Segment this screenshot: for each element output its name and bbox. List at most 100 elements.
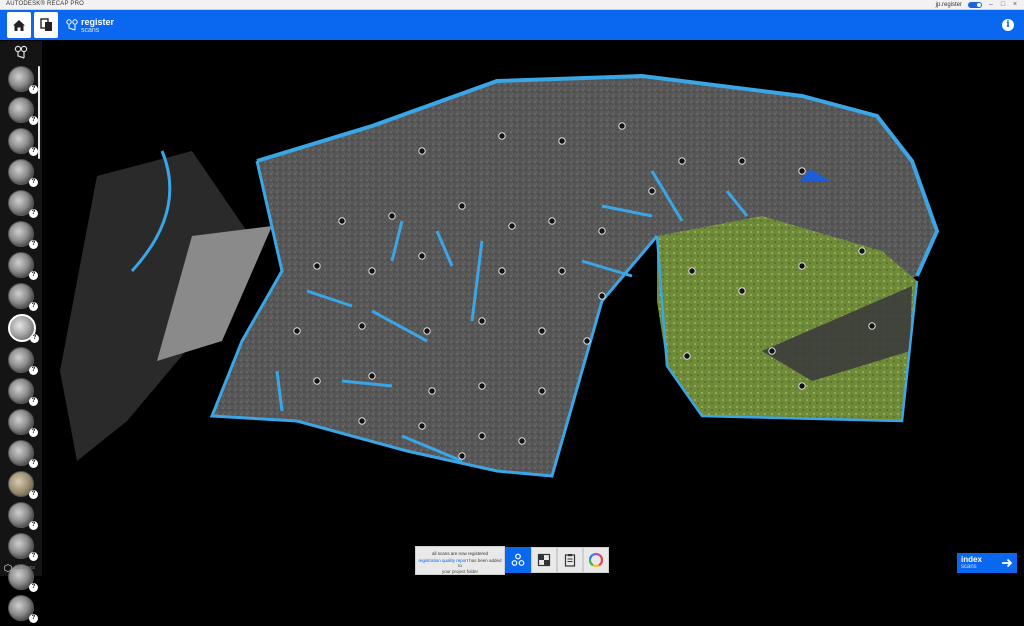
scan-thumbnail[interactable]: ? <box>8 159 38 187</box>
scan-position-marker[interactable] <box>683 352 691 360</box>
scan-status-badge: ? <box>29 271 38 280</box>
scan-position-marker[interactable] <box>868 322 876 330</box>
page-subtitle: scans <box>81 27 100 34</box>
panel-footer: 3d scans <box>4 564 35 572</box>
scan-position-marker[interactable] <box>423 327 431 335</box>
scan-position-marker[interactable] <box>458 452 466 460</box>
scan-position-marker[interactable] <box>688 267 696 275</box>
scan-position-marker[interactable] <box>583 337 591 345</box>
scan-position-marker[interactable] <box>648 187 656 195</box>
scan-position-marker[interactable] <box>418 252 426 260</box>
scan-thumbnail[interactable]: ? <box>8 66 38 94</box>
scan-list-panel: ?????????????????? 3d scans <box>0 41 42 623</box>
scan-position-marker[interactable] <box>498 132 506 140</box>
scan-thumbnail[interactable]: ? <box>8 502 38 530</box>
point-cloud-viewport[interactable] <box>42 41 1024 576</box>
scan-position-marker[interactable] <box>338 217 346 225</box>
scan-status-badge: ? <box>29 552 38 561</box>
cube-icon[interactable] <box>4 564 12 572</box>
scan-position-marker[interactable] <box>538 387 546 395</box>
scan-position-marker[interactable] <box>293 327 301 335</box>
pages-icon <box>39 18 52 31</box>
scan-position-marker[interactable] <box>478 382 486 390</box>
scan-thumbnail[interactable]: ? <box>8 283 38 311</box>
scan-thumbnail[interactable]: ? <box>8 347 38 375</box>
scan-thumbnail[interactable]: ? <box>8 409 38 437</box>
scan-thumbnail[interactable]: ? <box>8 440 38 468</box>
scan-position-marker[interactable] <box>858 247 866 255</box>
cloud-view-button[interactable] <box>505 547 531 573</box>
maximize-icon[interactable]: □ <box>1000 1 1006 8</box>
scan-thumbnail[interactable]: ? <box>8 221 38 249</box>
scan-thumbnail[interactable]: ? <box>8 471 38 499</box>
scan-position-marker[interactable] <box>678 157 686 165</box>
close-icon[interactable]: × <box>1012 1 1018 8</box>
register-icon <box>66 19 78 31</box>
scan-position-marker[interactable] <box>418 422 426 430</box>
point-cloud-canvas[interactable] <box>42 41 1024 576</box>
index-scans-button[interactable]: index scans <box>957 553 1017 573</box>
scan-position-marker[interactable] <box>618 122 626 130</box>
scan-position-marker[interactable] <box>368 267 376 275</box>
scan-thumbnail[interactable]: ? <box>8 128 38 156</box>
scan-position-marker[interactable] <box>548 217 556 225</box>
scan-position-marker[interactable] <box>478 432 486 440</box>
scan-position-marker[interactable] <box>508 222 516 230</box>
scan-list-scrollbar[interactable] <box>38 66 40 159</box>
scan-position-marker[interactable] <box>478 317 486 325</box>
scan-position-marker[interactable] <box>558 137 566 145</box>
scan-position-marker[interactable] <box>798 262 806 270</box>
home-button[interactable] <box>7 12 31 38</box>
info-icon[interactable]: i <box>1002 19 1014 31</box>
minimize-icon[interactable]: – <box>988 1 994 8</box>
scan-position-marker[interactable] <box>428 387 436 395</box>
scan-thumbnail[interactable]: ? <box>8 314 39 343</box>
panel-footer-label: 3d scans <box>15 565 36 571</box>
scan-position-marker[interactable] <box>313 262 321 270</box>
scan-position-marker[interactable] <box>498 267 506 275</box>
scan-position-marker[interactable] <box>458 202 466 210</box>
project-button[interactable] <box>34 12 58 38</box>
scan-status-badge: ? <box>29 459 38 468</box>
scan-position-marker[interactable] <box>558 267 566 275</box>
report-button[interactable] <box>557 547 583 573</box>
scan-thumbnail[interactable]: ? <box>8 252 38 280</box>
scan-position-marker[interactable] <box>313 377 321 385</box>
scan-position-marker[interactable] <box>738 287 746 295</box>
scan-position-marker[interactable] <box>598 292 606 300</box>
scan-thumbnail[interactable]: ? <box>8 378 38 406</box>
compare-view-button[interactable] <box>531 547 557 573</box>
color-mode-button[interactable] <box>583 547 609 573</box>
scan-position-marker[interactable] <box>358 417 366 425</box>
scan-status-badge: ? <box>29 614 38 623</box>
sync-toggle[interactable] <box>968 1 982 8</box>
notification-line3: your project folder <box>441 569 479 574</box>
scan-position-marker[interactable] <box>518 437 526 445</box>
scan-position-marker[interactable] <box>388 212 396 220</box>
scan-position-marker[interactable] <box>598 227 606 235</box>
clipboard-icon <box>564 554 576 567</box>
cloud-dots-icon <box>511 553 525 566</box>
register-tool-icon[interactable] <box>14 45 28 59</box>
scan-status-badge: ? <box>29 428 38 437</box>
scan-status-badge: ? <box>29 116 38 125</box>
scan-position-marker[interactable] <box>368 372 376 380</box>
scan-position-marker[interactable] <box>738 157 746 165</box>
scan-status-badge: ? <box>29 178 38 187</box>
index-button-subtitle: scans <box>961 564 977 570</box>
scan-thumbnail[interactable]: ? <box>8 97 38 125</box>
user-name[interactable]: jp.register <box>936 2 962 8</box>
scan-status-badge: ? <box>29 240 38 249</box>
scan-position-marker[interactable] <box>418 147 426 155</box>
scan-status-badge: ? <box>29 366 38 375</box>
scan-position-marker[interactable] <box>798 382 806 390</box>
index-button-title: index <box>961 555 982 564</box>
scan-thumbnail[interactable]: ? <box>8 190 38 218</box>
window-titlebar: AUTODESK® RECAP PRO jp.register – □ × <box>0 0 1024 10</box>
scan-position-marker[interactable] <box>358 322 366 330</box>
scan-position-marker[interactable] <box>798 167 806 175</box>
scan-thumbnail[interactable]: ? <box>8 533 38 561</box>
scan-position-marker[interactable] <box>538 327 546 335</box>
scan-position-marker[interactable] <box>768 347 776 355</box>
scan-thumbnail[interactable]: ? <box>8 595 38 623</box>
